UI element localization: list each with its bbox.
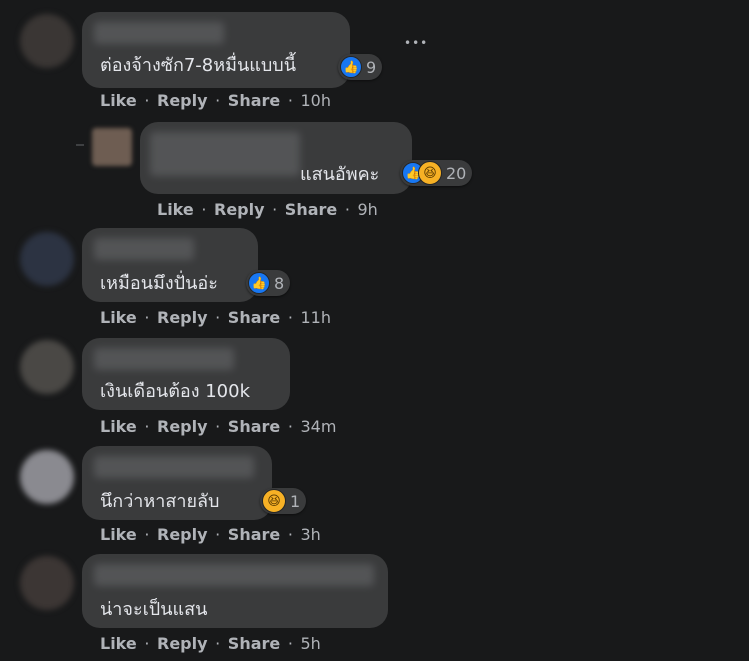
comment-bubble: เหมือนมึงปั่นอ่ะ <box>82 228 258 302</box>
comment-text: นึกว่าหาสายลับ <box>100 491 220 512</box>
reply-link[interactable]: Reply <box>157 308 208 327</box>
timestamp[interactable]: 34m <box>301 417 337 436</box>
comment-text: เงินเดือนต้อง 100k <box>100 381 250 402</box>
comment-actions: Like · Reply · Share · 34m <box>100 417 337 436</box>
timestamp[interactable]: 10h <box>301 91 332 110</box>
share-link[interactable]: Share <box>228 525 280 544</box>
reply-link[interactable]: Reply <box>157 91 208 110</box>
timestamp[interactable]: 11h <box>301 308 332 327</box>
comment-text: เหมือนมึงปั่นอ่ะ <box>100 273 218 294</box>
timestamp[interactable]: 9h <box>358 200 378 219</box>
reaction-count[interactable]: 😆 1 <box>260 488 307 514</box>
avatar[interactable] <box>20 340 74 394</box>
avatar[interactable] <box>20 14 74 68</box>
reaction-number: 8 <box>274 273 285 293</box>
like-link[interactable]: Like <box>100 417 137 436</box>
reaction-number: 9 <box>366 57 377 77</box>
reaction-count[interactable]: 👍 😆 20 <box>400 160 473 186</box>
comment-text: แสนอัพคะ <box>300 164 380 185</box>
haha-emoji-icon: 😆 <box>418 161 442 185</box>
comment-text: น่าจะเป็นแสน <box>100 599 208 620</box>
like-link[interactable]: Like <box>100 525 137 544</box>
reply-link[interactable]: Reply <box>157 525 208 544</box>
cut-off-action-row <box>150 0 190 2</box>
timestamp[interactable]: 5h <box>301 634 321 653</box>
thumbs-up-icon: 👍 <box>248 272 270 294</box>
like-link[interactable]: Like <box>157 200 194 219</box>
avatar[interactable] <box>20 450 74 504</box>
reaction-number: 20 <box>446 163 467 183</box>
commenter-name-blurred[interactable] <box>94 348 234 370</box>
like-link[interactable]: Like <box>100 308 137 327</box>
reply-link[interactable]: Reply <box>214 200 265 219</box>
commenter-name-blurred[interactable] <box>94 564 374 586</box>
share-link[interactable]: Share <box>228 417 280 436</box>
share-link[interactable]: Share <box>285 200 337 219</box>
comment-bubble: เงินเดือนต้อง 100k <box>82 338 290 410</box>
comment-actions: Like · Reply · Share · 3h <box>100 525 321 544</box>
commenter-name-blurred[interactable] <box>94 238 194 260</box>
timestamp[interactable]: 3h <box>301 525 321 544</box>
comment-bubble: น่าจะเป็นแสน <box>82 554 388 628</box>
commenter-name-blurred[interactable] <box>94 22 224 44</box>
comment-actions: Like · Reply · Share · 11h <box>100 308 331 327</box>
share-link[interactable]: Share <box>228 634 280 653</box>
comment-actions: Like · Reply · Share · 5h <box>100 634 321 653</box>
comment-bubble: ต่องจ้างซัก7-8หมื่นแบบนี้ <box>82 12 350 88</box>
share-link[interactable]: Share <box>228 308 280 327</box>
comment-bubble: นึกว่าหาสายลับ <box>82 446 272 520</box>
haha-emoji-icon: 😆 <box>262 489 286 513</box>
reaction-number: 1 <box>290 491 301 511</box>
comment-text: ต่องจ้างซัก7-8หมื่นแบบนี้ <box>100 55 297 76</box>
commenter-name-blurred[interactable] <box>94 456 254 478</box>
comment-actions: Like · Reply · Share · 10h <box>100 91 331 110</box>
thumbs-up-icon: 👍 <box>340 56 362 78</box>
reply-link[interactable]: Reply <box>157 417 208 436</box>
avatar[interactable] <box>20 232 74 286</box>
reply-connector-line <box>76 144 84 146</box>
more-options-icon[interactable]: ••• <box>404 36 428 50</box>
comment-actions: Like · Reply · Share · 9h <box>157 200 378 219</box>
commenter-name-blurred[interactable] <box>150 132 300 176</box>
like-link[interactable]: Like <box>100 634 137 653</box>
reply-link[interactable]: Reply <box>157 634 208 653</box>
reaction-count[interactable]: 👍 9 <box>338 54 383 80</box>
avatar[interactable] <box>92 128 132 166</box>
like-link[interactable]: Like <box>100 91 137 110</box>
comment-bubble: แสนอัพคะ <box>140 122 412 194</box>
reaction-count[interactable]: 👍 8 <box>246 270 291 296</box>
avatar[interactable] <box>20 556 74 610</box>
share-link[interactable]: Share <box>228 91 280 110</box>
